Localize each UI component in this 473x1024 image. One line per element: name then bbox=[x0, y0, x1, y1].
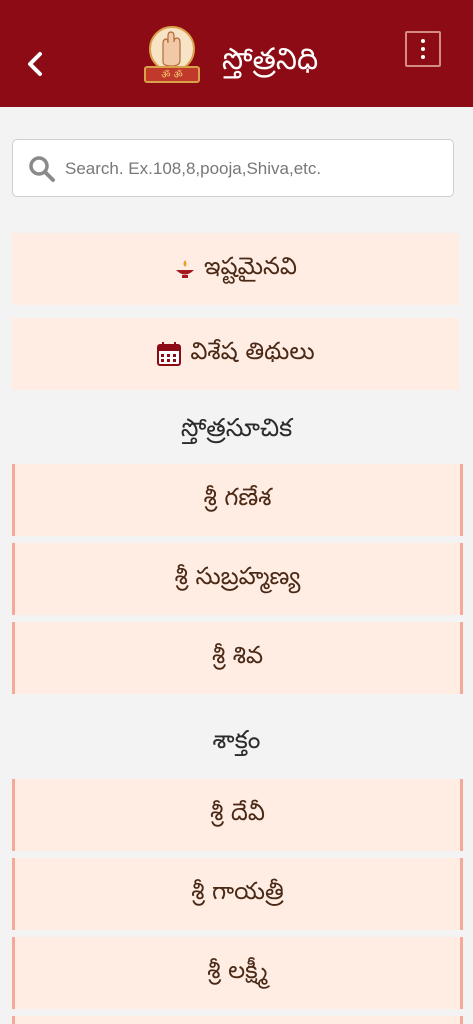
section-title-stotra-index: స్తోత్రసూచిక bbox=[180, 413, 293, 442]
search-input[interactable] bbox=[65, 150, 445, 188]
back-arrow-icon bbox=[28, 52, 42, 76]
calendar-icon bbox=[156, 341, 182, 367]
list-item[interactable]: శ్రీ లక్ష్మీ bbox=[12, 937, 463, 1009]
special-dates-button[interactable]: విశేష తిథులు bbox=[12, 318, 459, 390]
kebab-menu-icon bbox=[421, 47, 425, 51]
app-title: స్తోత్రనిధి bbox=[222, 42, 319, 77]
lamp-icon bbox=[174, 258, 196, 280]
kebab-menu-icon bbox=[421, 55, 425, 59]
special-dates-label: విశేష తిథులు bbox=[190, 337, 315, 365]
search-box[interactable] bbox=[12, 139, 454, 197]
list-item-partial[interactable] bbox=[12, 1016, 463, 1024]
app-screen: ॐ ॐ స్తోత్రనిధి ఇష్టమైనవి bbox=[0, 0, 473, 1024]
list-item[interactable]: శ్రీ గాయత్రీ bbox=[12, 858, 463, 930]
favorites-button[interactable]: ఇష్టమైనవి bbox=[12, 233, 459, 305]
kebab-menu-icon bbox=[421, 39, 425, 43]
app-logo: ॐ ॐ bbox=[144, 26, 200, 83]
overflow-menu-button[interactable] bbox=[405, 31, 441, 67]
list-item[interactable]: శ్రీ సుబ్రహ్మణ్య bbox=[12, 543, 463, 615]
logo-text: ॐ ॐ bbox=[161, 69, 182, 81]
favorites-label: ఇష్టమైనవి bbox=[204, 252, 297, 280]
list-item[interactable]: శ్రీ గణేశ bbox=[12, 464, 463, 536]
app-header: ॐ ॐ స్తోత్రనిధి bbox=[0, 0, 473, 107]
search-icon bbox=[29, 156, 55, 182]
back-button[interactable] bbox=[18, 42, 52, 86]
section-title-shaktam: శాక్తం bbox=[212, 725, 261, 754]
list-item[interactable]: శ్రీ శివ bbox=[12, 622, 463, 694]
list-item[interactable]: శ్రీ దేవీ bbox=[12, 779, 463, 851]
